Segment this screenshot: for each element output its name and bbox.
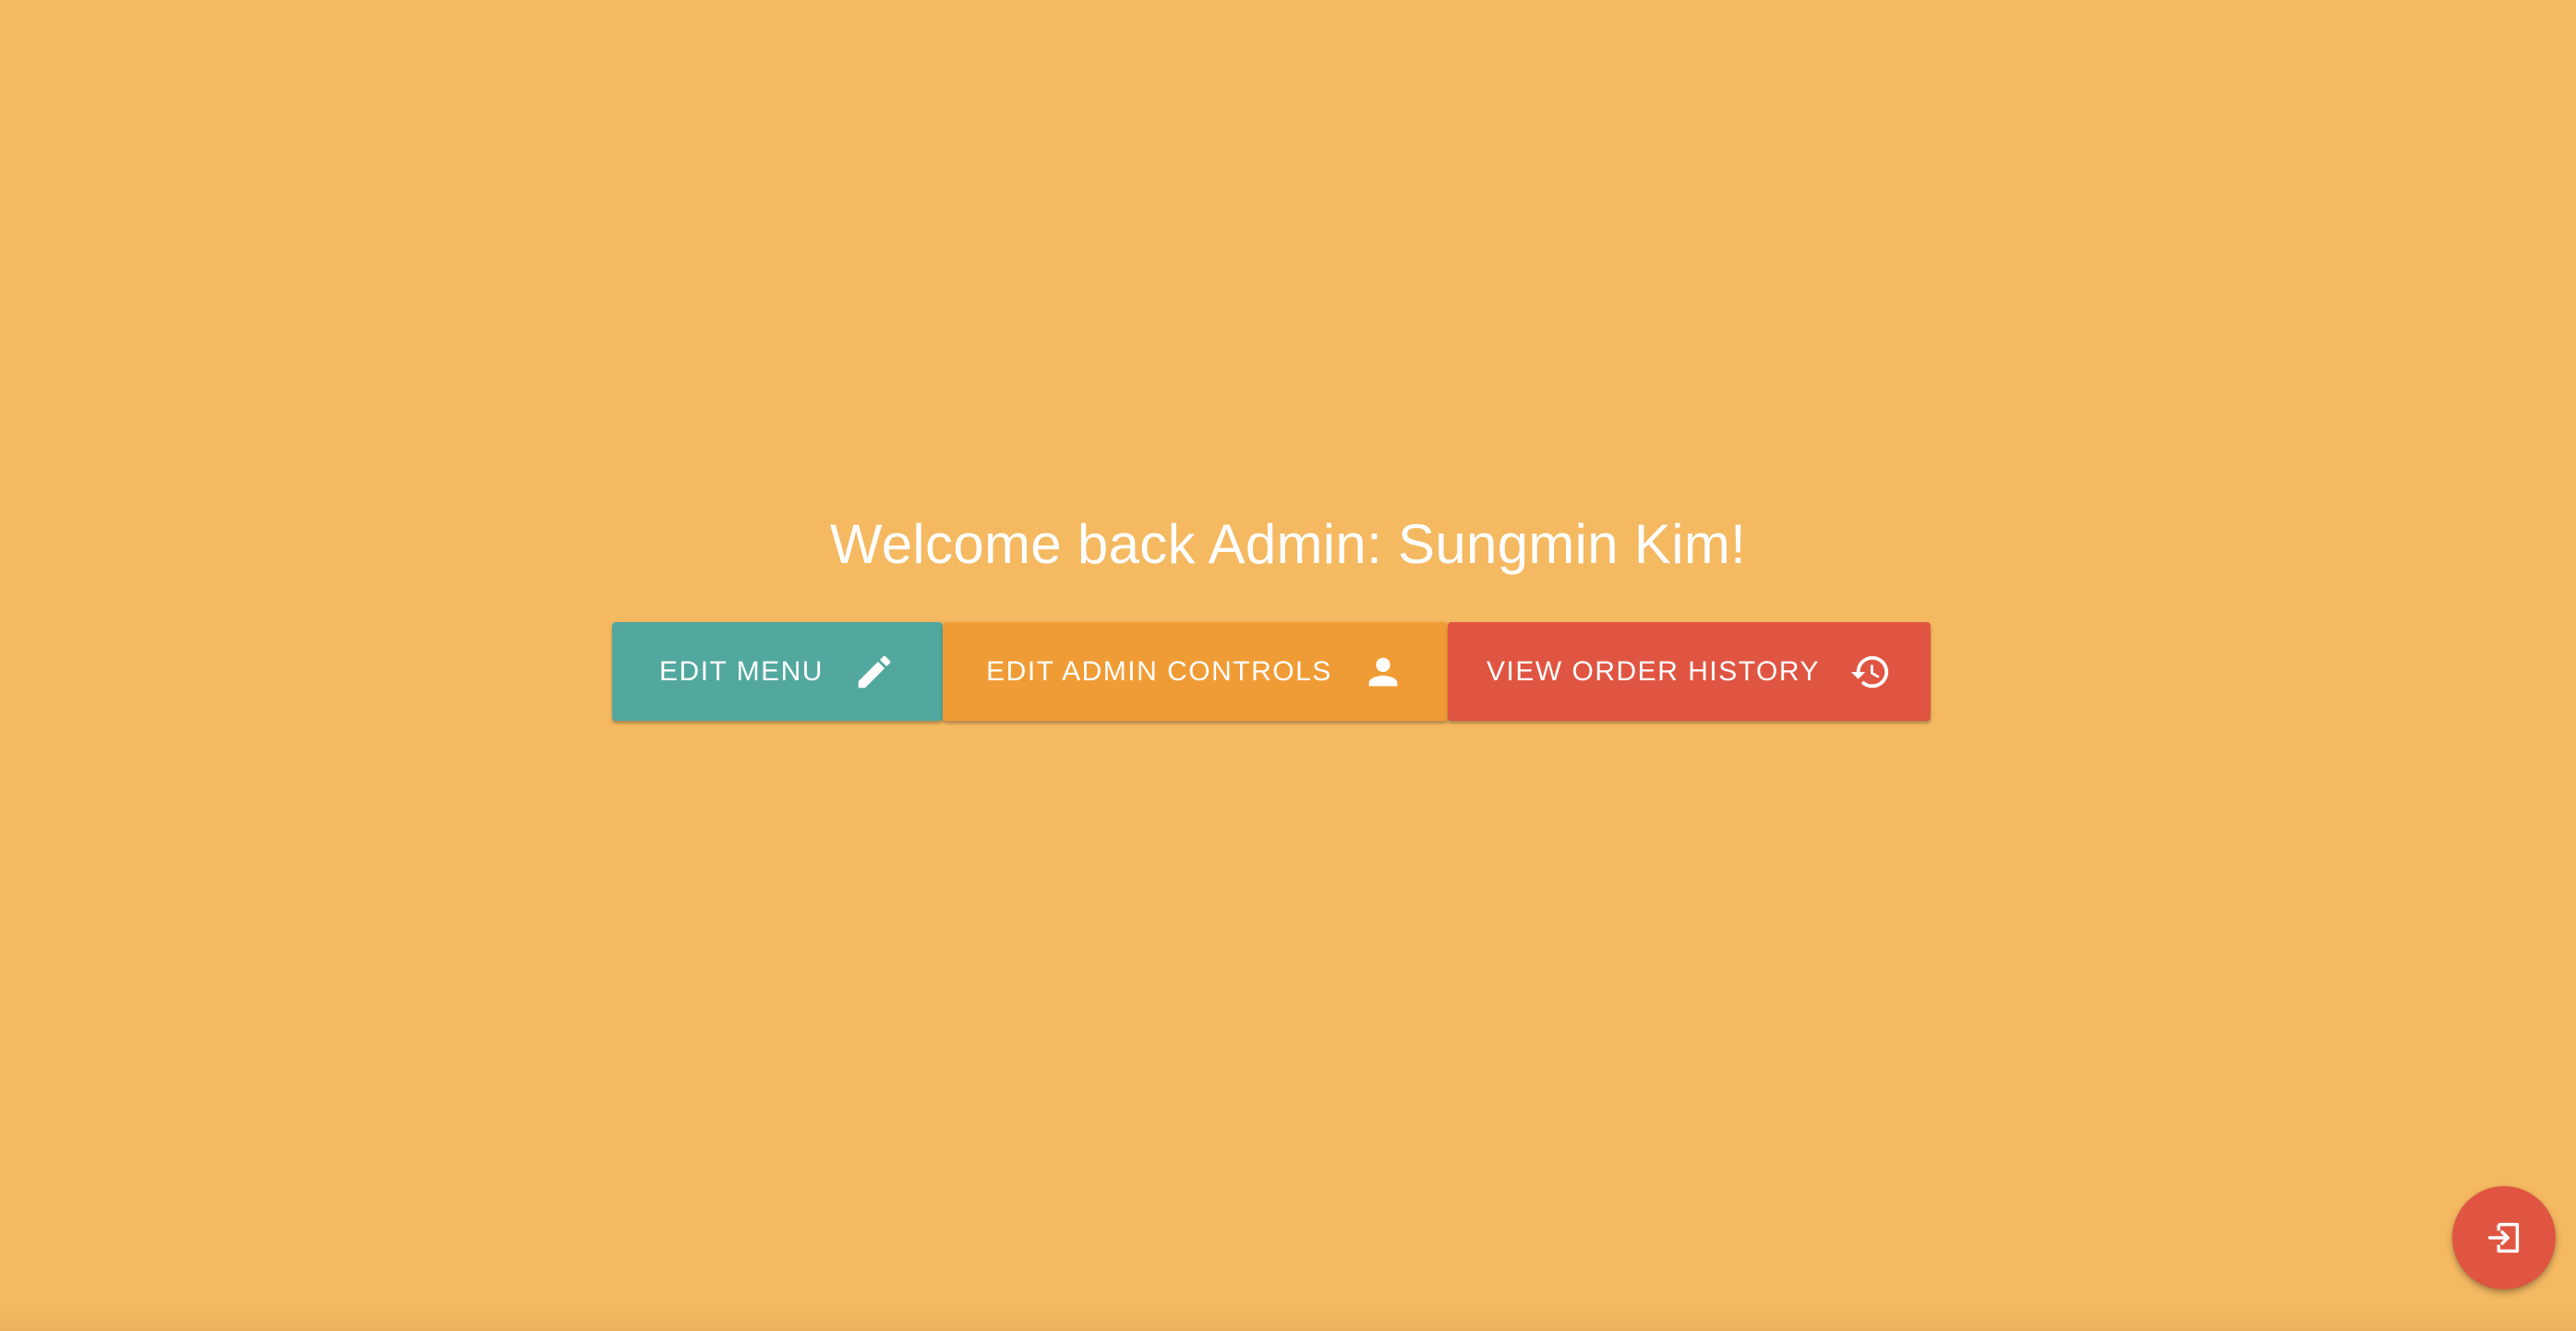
welcome-heading: Welcome back Admin: Sungmin Kim! — [829, 513, 1747, 575]
logout-button[interactable] — [2452, 1186, 2556, 1289]
history-icon — [1849, 651, 1892, 693]
edit-menu-label: EDIT MENU — [659, 655, 824, 687]
view-order-history-label: VIEW ORDER HISTORY — [1487, 655, 1820, 687]
pencil-icon — [853, 651, 896, 693]
page-background: Welcome back Admin: Sungmin Kim! EDIT ME… — [0, 0, 2576, 1331]
bottom-edge-shadow — [0, 1307, 2576, 1331]
view-order-history-button[interactable]: VIEW ORDER HISTORY — [1448, 622, 1931, 721]
edit-menu-button[interactable]: EDIT MENU — [612, 622, 943, 721]
person-icon — [1362, 651, 1404, 693]
logout-icon — [2483, 1217, 2525, 1259]
edit-admin-controls-label: EDIT ADMIN CONTROLS — [986, 655, 1332, 687]
admin-action-bar: EDIT MENU EDIT ADMIN CONTROLS VIEW ORDER… — [612, 622, 1931, 721]
edit-admin-controls-button[interactable]: EDIT ADMIN CONTROLS — [943, 622, 1448, 721]
